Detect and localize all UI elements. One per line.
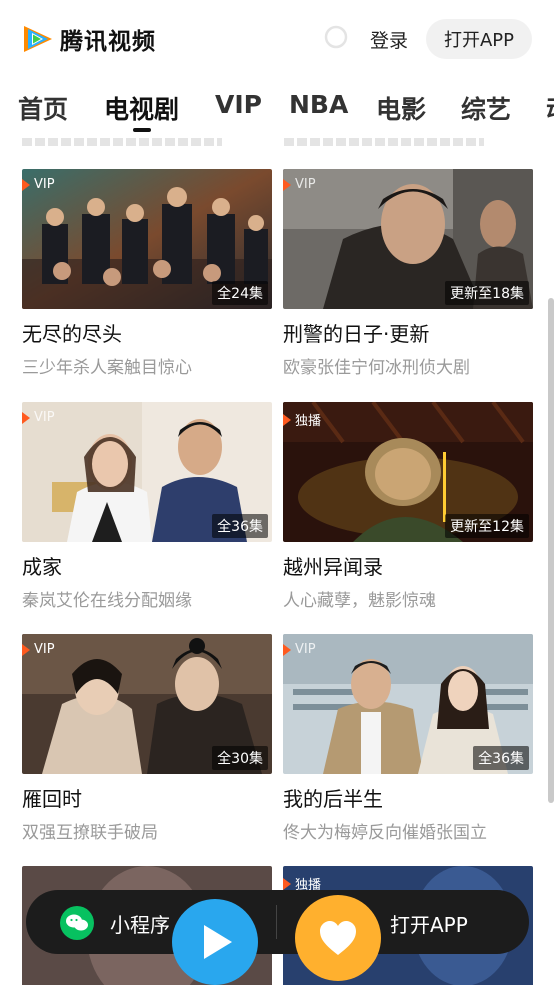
page-scrollbar[interactable]: [548, 298, 554, 803]
clipped-text-row: [284, 138, 484, 146]
tencent-video-logo[interactable]: 腾讯视频: [22, 22, 156, 56]
login-link[interactable]: 登录: [370, 26, 408, 53]
video-card[interactable]: VIP 全36集 成家 秦岚艾伦在线分配姻缘: [22, 402, 272, 612]
video-poster[interactable]: VIP 更新至18集: [283, 169, 533, 309]
play-button[interactable]: [172, 899, 258, 985]
top-header: 腾讯视频 登录 打开APP: [0, 0, 554, 78]
video-card[interactable]: 独播 更新至12集 越州异闻录 人心藏孽，魅影惊魂: [283, 402, 533, 612]
video-title[interactable]: 我的后半生: [283, 786, 533, 812]
episode-count: 全36集: [473, 746, 529, 770]
video-card[interactable]: VIP 全30集 雁回时 双强互撩联手破局: [22, 634, 272, 844]
episode-count: 更新至12集: [445, 514, 529, 538]
video-card[interactable]: VIP 更新至18集 刑警的日子·更新 欧豪张佳宁何冰刑侦大剧: [283, 169, 533, 379]
video-title[interactable]: 无尽的尽头: [22, 321, 272, 347]
tab-tv-series[interactable]: 电视剧: [104, 90, 179, 126]
open-app-bottom-button[interactable]: 打开APP: [390, 909, 468, 938]
episode-count: 更新至18集: [445, 281, 529, 305]
video-poster[interactable]: VIP 全24集: [22, 169, 272, 309]
vip-badge: VIP: [22, 177, 61, 192]
exclusive-badge: 独播: [283, 410, 327, 429]
open-app-button[interactable]: 打开APP: [425, 19, 532, 59]
clipped-text-row: [22, 138, 222, 146]
episode-count: 全36集: [212, 514, 268, 538]
video-subtitle: 秦岚艾伦在线分配姻缘: [22, 591, 192, 611]
vip-badge: VIP: [22, 642, 61, 657]
video-poster[interactable]: VIP 全36集: [283, 634, 533, 774]
tab-nba[interactable]: NBA: [289, 90, 348, 119]
tab-home[interactable]: 首页: [18, 90, 68, 126]
video-subtitle: 佟大为梅婷反向催婚张国立: [283, 823, 487, 843]
video-poster[interactable]: VIP 全36集: [22, 402, 272, 542]
video-title[interactable]: 越州异闻录: [283, 554, 533, 580]
vip-badge: VIP: [283, 177, 322, 192]
favorite-button[interactable]: [295, 895, 381, 981]
video-subtitle: 人心藏孽，魅影惊魂: [283, 591, 436, 611]
heart-icon: [320, 921, 356, 955]
vip-badge: VIP: [22, 410, 61, 425]
episode-count: 全30集: [212, 746, 268, 770]
tab-variety[interactable]: 综艺: [461, 90, 511, 126]
video-title[interactable]: 成家: [22, 554, 272, 580]
wechat-icon[interactable]: [60, 906, 94, 940]
logo-text: 腾讯视频: [60, 29, 156, 55]
search-icon[interactable]: [324, 25, 352, 53]
tab-anime[interactable]: 动: [546, 90, 554, 126]
bottom-bar-divider: [276, 905, 277, 939]
channel-tabs: 首页 电视剧 VIP NBA 电影 综艺 动: [0, 78, 554, 136]
video-title[interactable]: 雁回时: [22, 786, 272, 812]
active-tab-indicator: [133, 128, 151, 132]
video-card[interactable]: VIP 全36集 我的后半生 佟大为梅婷反向催婚张国立: [283, 634, 533, 844]
video-card[interactable]: VIP 全24集 无尽的尽头 三少年杀人案触目惊心: [22, 169, 272, 379]
video-subtitle: 欧豪张佳宁何冰刑侦大剧: [283, 358, 470, 378]
logo-icon: [24, 26, 52, 52]
video-subtitle: 双强互撩联手破局: [22, 823, 158, 843]
play-icon: [204, 925, 232, 959]
video-subtitle: 三少年杀人案触目惊心: [22, 358, 192, 378]
video-poster[interactable]: 独播 更新至12集: [283, 402, 533, 542]
tab-vip[interactable]: VIP: [215, 90, 262, 119]
tab-movies[interactable]: 电影: [376, 90, 426, 126]
video-poster[interactable]: VIP 全30集: [22, 634, 272, 774]
episode-count: 全24集: [212, 281, 268, 305]
vip-badge: VIP: [283, 642, 322, 657]
video-title[interactable]: 刑警的日子·更新: [283, 321, 533, 347]
mini-program-label[interactable]: 小程序: [110, 909, 180, 938]
